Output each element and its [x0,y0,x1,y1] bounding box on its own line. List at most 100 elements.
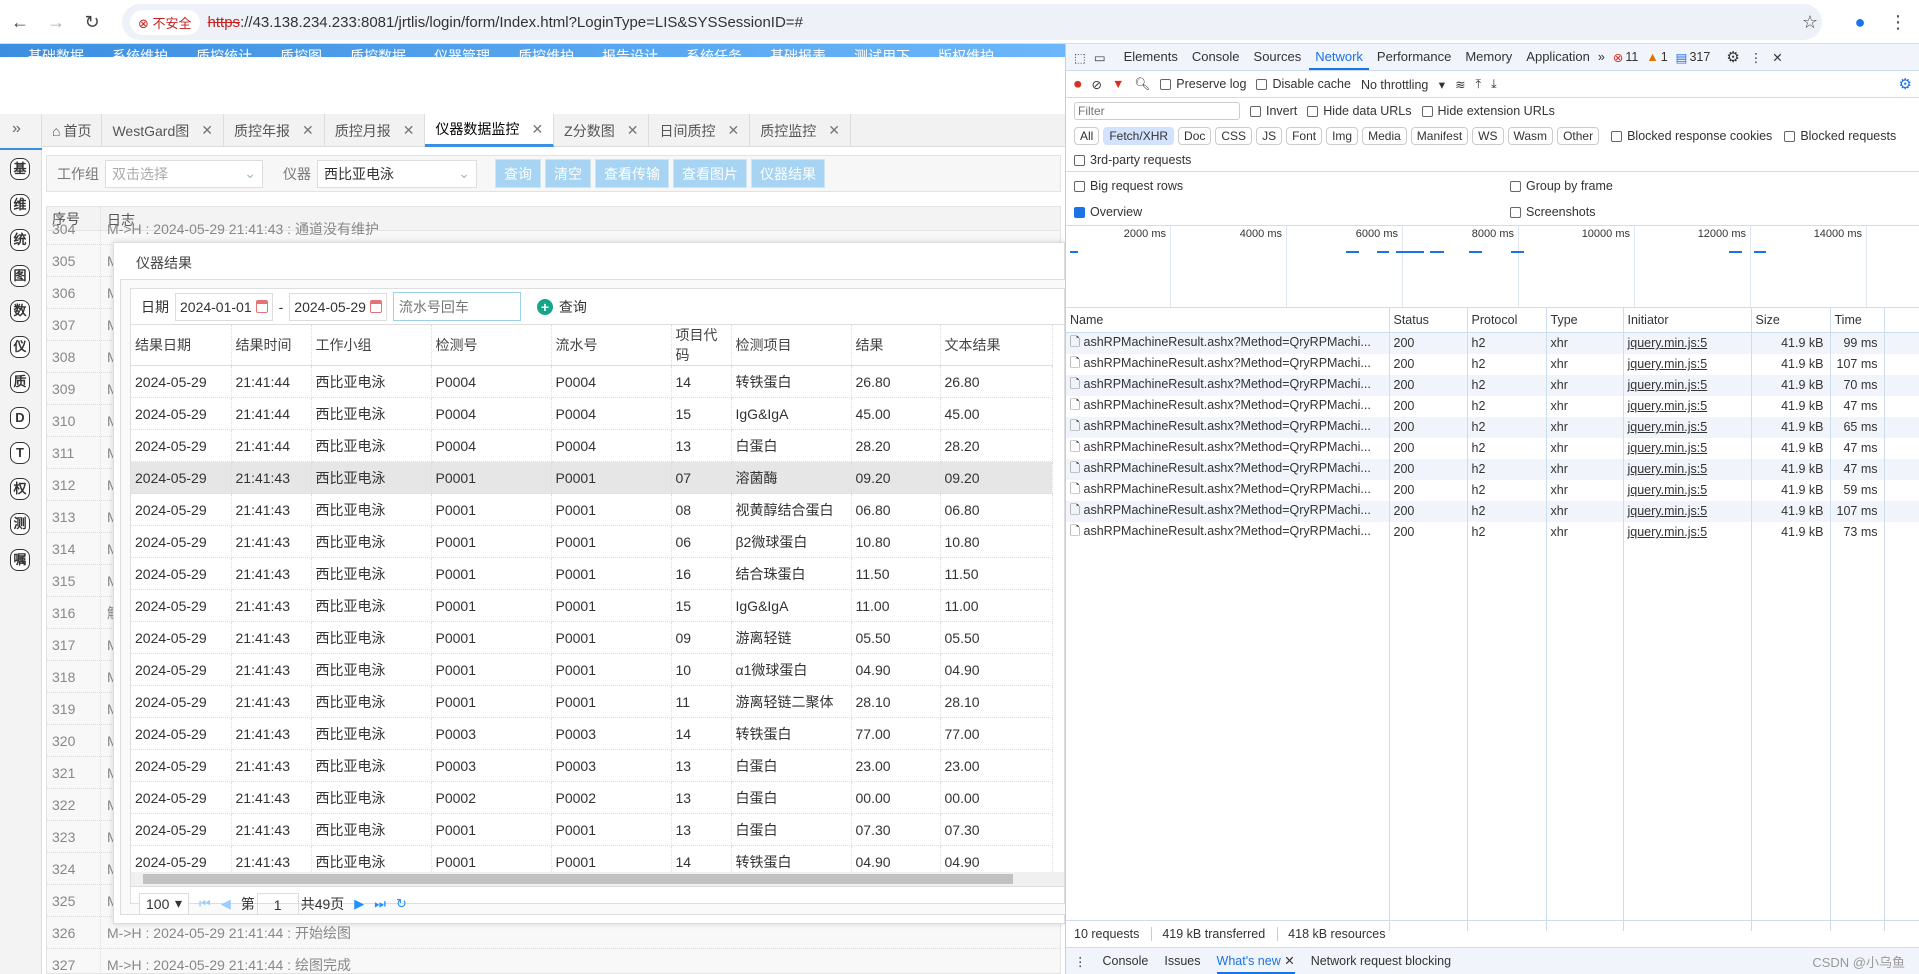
type-filter-button[interactable]: CSS [1215,127,1253,145]
tab-7[interactable]: 质控监控 ✕ [750,114,851,147]
table-row[interactable]: 2024-05-29 21:41:43 西比亚电泳 P0002 P0002 13 白蛋白 00… [131,781,1053,814]
filter-input[interactable] [1074,102,1240,120]
date-to-input[interactable]: 2024-05-29 [289,292,387,321]
type-filter-button[interactable]: JS [1256,127,1283,145]
expand-icon[interactable]: » [12,120,21,138]
network-overview-timeline[interactable]: 2000 ms 4000 ms 6000 ms 8000 ms 10000 ms 1200… [1066,225,1919,308]
workgroup-select[interactable]: 双击选择 ⌄ [105,159,263,188]
toolbar-button[interactable]: 仪器结果 [751,159,825,188]
record-icon[interactable]: ⏺ [1074,76,1082,93]
close-icon[interactable]: ✕ [302,122,314,139]
top-nav-item[interactable]: 质控维护 [518,49,574,57]
sidebar-item-icon[interactable]: 图 [10,264,30,287]
devtools-tab[interactable]: Console [1186,44,1246,70]
initiator-link[interactable]: jquery.min.js:5 [1628,441,1708,455]
throttling-select[interactable]: No throttling ▾ [1361,77,1445,92]
date-from-input[interactable]: 2024-01-01 [175,292,273,321]
network-column-header[interactable]: Status [1389,308,1468,333]
tab-6[interactable]: 日间质控 ✕ [649,114,751,147]
table-row[interactable]: 2024-05-29 21:41:43 西比亚电泳 P0001 P0001 08 视黄醇结合… [131,493,1053,526]
toolbar-button[interactable]: 查看图片 [673,159,747,188]
page-size-select[interactable]: 100 ▾ [139,892,189,915]
request-row[interactable]: 🗋 ashRPMachineResult.ashx?Method=QryRPMa… [1066,353,1919,375]
preserve-log-checkbox[interactable]: Preserve log [1160,77,1246,91]
top-nav-item[interactable]: 系统维护 [112,49,168,57]
hide-extension-urls-checkbox[interactable]: Hide extension URLs [1421,104,1555,118]
top-nav-item[interactable]: 版权维护 [938,49,994,57]
top-nav-item[interactable]: 基础报表 [770,49,826,57]
search-icon[interactable]: 🔍︎ [1134,77,1150,92]
horizontal-scrollbar[interactable] [131,872,1064,886]
top-nav-item[interactable]: 质控统计 [196,49,252,57]
serial-number-input[interactable] [392,292,521,321]
third-party-checkbox[interactable]: 3rd-party requests [1074,153,1191,167]
close-devtools-icon[interactable]: ✕ [1772,50,1782,65]
request-row[interactable]: 🗋 ashRPMachineResult.ashx?Method=QryRPMa… [1066,395,1919,417]
sidebar-item-icon[interactable]: 统 [10,229,30,251]
request-row[interactable]: 🗋 ashRPMachineResult.ashx?Method=QryRPMa… [1066,521,1919,543]
devtools-tab[interactable]: Application [1520,44,1596,70]
clear-icon[interactable]: ⊘ [1092,77,1102,92]
request-row[interactable]: 🗋 ashRPMachineResult.ashx?Method=QryRPMa… [1066,416,1919,438]
initiator-link[interactable]: jquery.min.js:5 [1628,504,1708,518]
disable-cache-checkbox[interactable]: Disable cache [1256,77,1351,91]
top-nav-item[interactable]: 系统任务 [686,49,742,57]
initiator-link[interactable]: jquery.min.js:5 [1628,399,1708,413]
close-icon[interactable]: ✕ [627,122,639,139]
table-row[interactable]: 2024-05-29 21:41:44 西比亚电泳 P0004 P0004 14 转铁蛋白 2… [131,365,1053,398]
top-nav-item[interactable]: 报告设计 [602,49,658,57]
tab-3[interactable]: 质控月报 ✕ [325,114,426,147]
type-filter-button[interactable]: Media [1362,127,1407,145]
table-row[interactable]: 2024-05-29 21:41:43 西比亚电泳 P0001 P0001 15 IgG&I… [131,589,1053,622]
initiator-link[interactable]: jquery.min.js:5 [1628,462,1708,476]
inspect-icon[interactable]: ⬚ [1074,50,1086,65]
sidebar-item-icon[interactable]: 测 [10,513,30,535]
sidebar-item-icon[interactable]: 仪 [10,335,30,358]
request-row[interactable]: 🗋 ashRPMachineResult.ashx?Method=QryRPMa… [1066,479,1919,501]
tab-4[interactable]: 仪器数据监控 ✕ [425,114,555,147]
top-nav-item[interactable]: 质控数据 [350,49,406,57]
top-nav-item[interactable]: 基础数据 [28,49,84,57]
tab-5[interactable]: Z分数图 ✕ [554,114,650,147]
close-icon[interactable]: ✕ [1281,954,1294,968]
last-page-icon[interactable]: ⏭ [374,896,386,912]
devtools-tab[interactable]: Elements [1118,44,1184,70]
first-page-icon[interactable]: ⏮ [199,896,211,912]
screenshots-checkbox[interactable]: Screenshots [1510,205,1595,219]
top-nav-item[interactable]: 仪器管理 [434,49,490,57]
close-icon[interactable]: ✕ [531,121,543,138]
top-nav-item[interactable]: 质控图 [280,49,322,57]
profile-icon[interactable]: ● [1846,8,1874,36]
network-column-header[interactable]: Protocol [1467,308,1547,333]
toolbar-button[interactable]: 查询 [495,159,541,188]
devtools-tab[interactable]: Sources [1248,44,1308,70]
request-row[interactable]: 🗋 ashRPMachineResult.ashx?Method=QryRPMa… [1066,332,1919,354]
insecure-badge[interactable]: ⊗ 不安全 [130,9,200,35]
initiator-link[interactable]: jquery.min.js:5 [1628,336,1708,350]
table-row[interactable]: 2024-05-29 21:41:44 西比亚电泳 P0004 P0004 13 白蛋白 28… [131,429,1053,462]
sidebar-item-icon[interactable]: 数 [10,300,30,322]
initiator-link[interactable]: jquery.min.js:5 [1628,483,1708,497]
type-filter-button[interactable]: Manifest [1410,127,1469,145]
request-row[interactable]: 🗋 ashRPMachineResult.ashx?Method=QryRPMa… [1066,374,1919,396]
blocked-requests-checkbox[interactable]: Blocked requests [1784,129,1896,143]
overview-checkbox[interactable]: Overview [1074,205,1500,219]
calendar-icon[interactable] [255,300,268,313]
menu-icon[interactable]: ⋮ [1884,8,1912,36]
forward-icon[interactable]: → [42,8,70,36]
initiator-link[interactable]: jquery.min.js:5 [1628,378,1708,392]
upload-icon[interactable]: ⤒ [1476,77,1482,92]
invert-checkbox[interactable]: Invert [1250,104,1297,118]
sidebar-item-icon[interactable]: 基 [10,158,30,180]
download-icon[interactable]: ⤓ [1491,77,1497,92]
sidebar-item-icon[interactable]: T [10,442,30,464]
address-bar[interactable]: ⊗ 不安全 https://43.138.234.233:8081/jrtlis… [122,4,1822,40]
tab-0[interactable]: ⌂ 首页 [42,114,103,147]
sidebar-item-icon[interactable]: 质 [10,371,30,393]
type-filter-button[interactable]: Doc [1178,127,1212,145]
prev-page-icon[interactable]: ◀ [221,896,231,912]
top-nav-item[interactable]: 测试用下 [854,49,910,57]
group-by-frame-checkbox[interactable]: Group by frame [1510,179,1613,193]
request-row[interactable]: 🗋 ashRPMachineResult.ashx?Method=QryRPMa… [1066,500,1919,522]
query-button[interactable]: 查询 [559,297,587,317]
